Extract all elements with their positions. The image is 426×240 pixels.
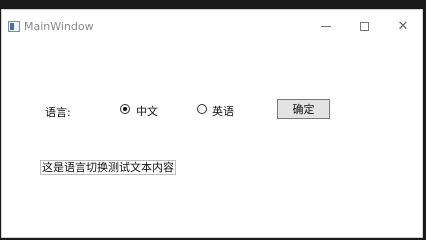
- english-radio-label[interactable]: 英语: [212, 103, 234, 119]
- close-icon: ✕: [397, 18, 409, 34]
- minimize-button[interactable]: [311, 18, 341, 34]
- confirm-button[interactable]: 确定: [277, 99, 330, 119]
- maximize-icon: [359, 21, 369, 31]
- close-button[interactable]: ✕: [388, 18, 418, 34]
- language-label: 语言:: [45, 106, 71, 119]
- english-radio[interactable]: [197, 104, 207, 114]
- window-title: MainWindow: [24, 20, 94, 33]
- maximize-button[interactable]: [349, 18, 379, 34]
- test-text-label: 这是语言切换测试文本内容: [40, 160, 176, 175]
- chinese-radio[interactable]: [120, 104, 130, 114]
- chinese-radio-label[interactable]: 中文: [136, 103, 158, 119]
- app-window-icon: [8, 21, 20, 32]
- title-bar[interactable]: MainWindow ✕: [2, 10, 422, 40]
- minimize-icon: [321, 25, 331, 27]
- main-window: MainWindow ✕ 语言: 中文 英语 确定 这是语言切换测试文本内容: [1, 9, 423, 238]
